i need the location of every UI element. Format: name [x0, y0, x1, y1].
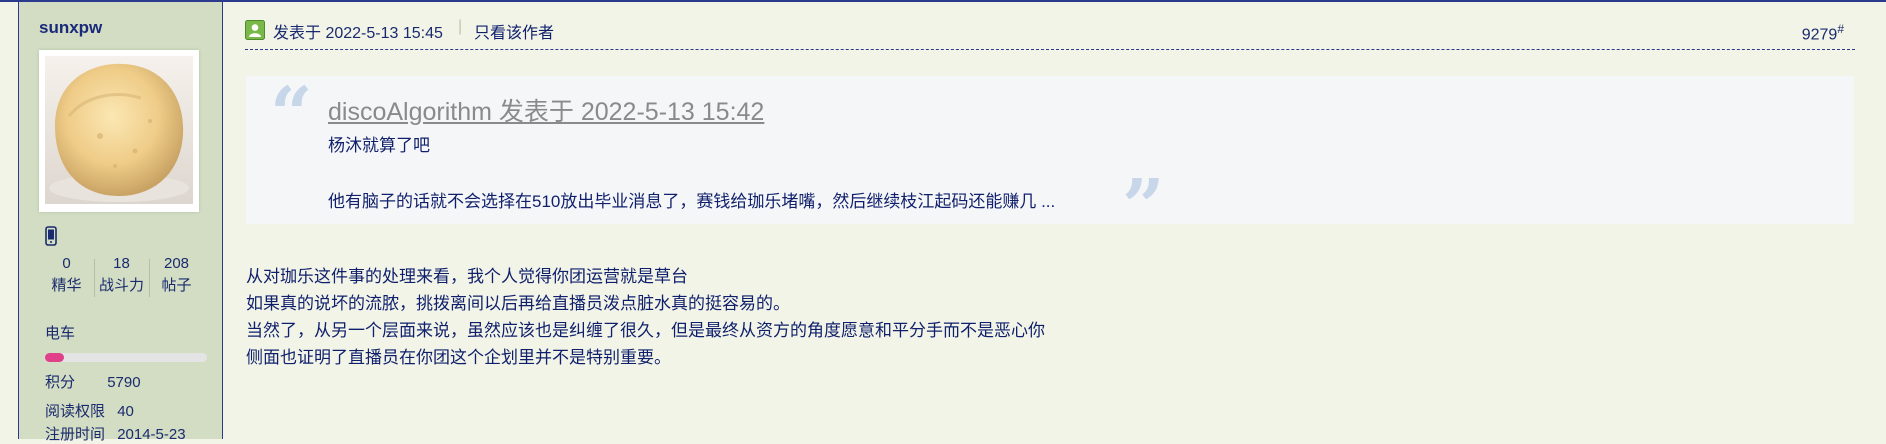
stat-label: 帖子: [161, 277, 192, 294]
quote-block: “ discoAlgorithm 发表于 2022-5-13 15:42 杨沐就…: [246, 72, 1854, 244]
close-quote-icon: ”: [1122, 164, 1165, 250]
quote-line: 杨沐就算了吧: [328, 136, 430, 155]
author-sidebar: sunxpw 0 精华 18 战斗力 208 帖子 电车 积分 5790 阅读权…: [19, 2, 222, 443]
stat-value: 0: [62, 255, 71, 272]
post-body-line: 侧面也证明了直播员在你团这个企划里并不是特别重要。: [246, 348, 671, 367]
mobile-phone-icon: [45, 226, 57, 246]
header-divider: [245, 49, 1855, 50]
header-separator: |: [458, 18, 463, 35]
quote-line: 他有脑子的话就不会选择在510放出毕业消息了，赛钱给珈乐堵嘴，然后继续枝江起码还…: [328, 192, 1056, 211]
stat-combat[interactable]: 18 战斗力: [94, 253, 149, 297]
stat-digest[interactable]: 0 精华: [39, 253, 94, 297]
avatar-image: [45, 56, 193, 204]
quote-source-link[interactable]: discoAlgorithm 发表于 2022-5-13 15:42: [328, 92, 764, 128]
floor-number-value: 9279: [1801, 26, 1838, 44]
post-time: 发表于 2022-5-13 15:45: [273, 25, 443, 42]
points-row: 积分 5790: [45, 371, 141, 392]
register-time-value: 2014-5-23: [117, 426, 186, 443]
user-group: 电车: [45, 325, 76, 342]
only-author-link[interactable]: 只看该作者: [474, 19, 554, 43]
stat-value: 208: [163, 255, 190, 272]
floor-number-suffix: #: [1837, 22, 1844, 36]
avatar[interactable]: [39, 50, 199, 212]
floor-number[interactable]: 9279#: [1802, 22, 1844, 44]
online-status-icon: [245, 20, 265, 40]
top-border: [0, 0, 1886, 2]
read-permission-value: 40: [117, 403, 134, 420]
points-value: 5790: [107, 374, 141, 391]
level-progress-fill: [45, 353, 65, 362]
stat-label: 精华: [51, 277, 82, 294]
register-time-label: 注册时间: [45, 426, 106, 443]
post-body-line: 如果真的说坏的流脓，挑拨离间以后再给直播员泼点脏水真的挺容易的。: [246, 294, 790, 313]
open-quote-icon: “: [270, 72, 313, 158]
post-body-line: 当然了，从另一个层面来说，虽然应该也是纠缠了很久，但是最终从资方的角度愿意和平分…: [246, 321, 1045, 340]
author-username[interactable]: sunxpw: [39, 18, 102, 38]
post-body-line: 从对珈乐这件事的处理来看，我个人觉得你团运营就是草台: [246, 267, 688, 286]
read-permission-row: 阅读权限 40: [45, 400, 134, 421]
register-time-row: 注册时间 2014-5-23: [45, 423, 186, 444]
post-body: 从对珈乐这件事的处理来看，我个人觉得你团运营就是草台 如果真的说坏的流脓，挑拨离…: [246, 263, 1045, 371]
read-permission-label: 阅读权限: [45, 403, 106, 420]
sidebar-divider: [222, 2, 223, 439]
points-label: 积分: [45, 374, 76, 391]
level-progress-bar: [45, 353, 207, 362]
stat-posts[interactable]: 208 帖子: [149, 253, 204, 297]
stat-value: 18: [113, 255, 130, 272]
stat-label: 战斗力: [98, 277, 144, 294]
